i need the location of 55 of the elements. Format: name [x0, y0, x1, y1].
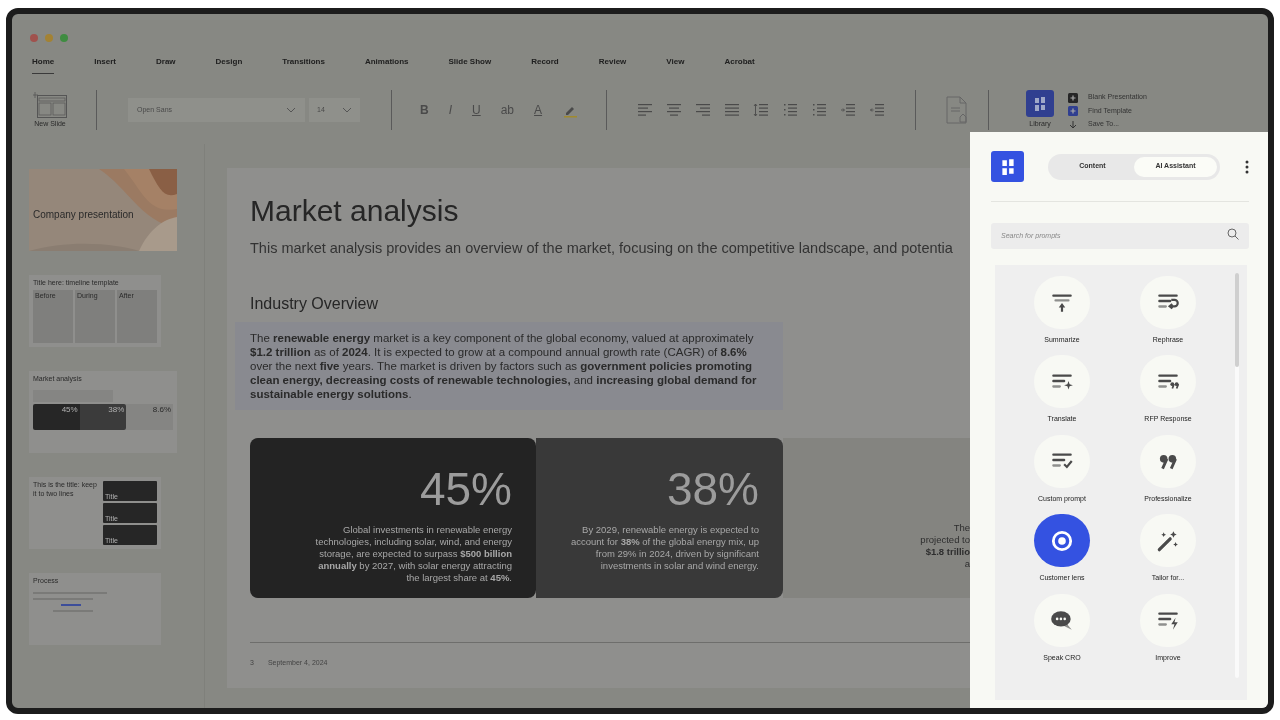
- ribbon-tab[interactable]: Slide Show: [448, 56, 492, 74]
- stat-description: By 2029, renewable energy is expected to account for 38% of the global energy mix, up from 29% in 2024, driven by significant investments in solar and wind energy.: [570, 523, 759, 572]
- line-spacing-icon[interactable]: [753, 102, 770, 118]
- stat-description-line: $1.8 trillio: [925, 545, 970, 558]
- stat-value: 8.6%: [152, 406, 171, 416]
- chevron-down-icon: [342, 107, 352, 113]
- stat-value: 38%: [666, 465, 759, 512]
- ribbon-tab[interactable]: Draw: [156, 56, 176, 74]
- indent-icon[interactable]: [840, 102, 857, 118]
- stat-value: 45%: [419, 465, 512, 512]
- format-button[interactable]: ab: [500, 101, 515, 119]
- body-paragraph: The renewable energy market is a key component of the global economy, valued at approximately $1.2 trillion as of 2024. It is expected to grow at a compound annual growth rate (CAGR) of 8.6% over the next five years. The market is driven by factors such as government policies promoting clean energy, decreasing costs of renewable technologies, and increasing global demand for sustainable energy solutions.: [250, 330, 758, 401]
- slide-title: Market analysis: [250, 196, 459, 226]
- plus-icon[interactable]: [1068, 106, 1079, 116]
- section-heading: Industry Overview: [250, 293, 379, 314]
- stat-value: 45%: [61, 406, 78, 416]
- format-button[interactable]: B: [420, 101, 429, 119]
- ribbon-tab[interactable]: Design: [215, 56, 243, 74]
- format-button[interactable]: I: [448, 101, 452, 119]
- stat-description-line: projected to: [920, 533, 970, 546]
- ribbon-tab[interactable]: View: [666, 56, 685, 74]
- logo-icon: [999, 157, 1016, 176]
- justify-icon[interactable]: [724, 102, 741, 118]
- align-center-icon[interactable]: [666, 102, 683, 118]
- search-icon[interactable]: [1227, 228, 1239, 240]
- logo-icon: [1033, 95, 1048, 112]
- stat-value: 38%: [108, 406, 125, 416]
- document-icon[interactable]: [946, 96, 969, 124]
- align-left-icon[interactable]: [637, 102, 654, 118]
- ribbon-tab[interactable]: Insert: [94, 56, 117, 74]
- slide-subtitle: This market analysis provides an overview of the market, focusing on the competitive landscape, and potentia: [250, 239, 953, 258]
- plus-icon[interactable]: [1068, 92, 1079, 103]
- ribbon-tab[interactable]: Record: [531, 56, 559, 74]
- ribbon-tab[interactable]: Home: [32, 56, 55, 74]
- library-button[interactable]: [1026, 90, 1055, 118]
- ribbon-tab[interactable]: Review: [598, 56, 627, 74]
- stat-description-line: The: [953, 521, 970, 534]
- download-icon[interactable]: [1068, 119, 1079, 130]
- stat-description: Global investments in renewable energy technologies, including solar, wind, and energy storage, are expected to surpass $500 billion annually by 2027, with solar energy attracting the largest share at 45%.: [314, 523, 512, 584]
- numbered-list-icon[interactable]: [811, 102, 828, 118]
- more-icon[interactable]: [1245, 159, 1249, 174]
- ribbon-tab[interactable]: Animations: [364, 56, 409, 74]
- ribbon-tab[interactable]: Transitions: [282, 56, 325, 74]
- thumbnail-title: Company presentation: [33, 208, 134, 222]
- format-button[interactable]: U: [472, 101, 481, 119]
- window-control[interactable]: [30, 34, 38, 42]
- align-right-icon[interactable]: [695, 102, 712, 118]
- format-button[interactable]: A: [534, 101, 543, 119]
- bullet-list-icon[interactable]: [782, 102, 799, 118]
- stat-description-line: a: [964, 557, 970, 570]
- ribbon-tab[interactable]: Acrobat: [724, 56, 755, 74]
- slide-thumbnail[interactable]: Company presentation: [29, 169, 177, 251]
- outdent-icon[interactable]: [869, 102, 886, 118]
- chevron-down-icon: [286, 107, 296, 113]
- new-slide-icon[interactable]: [33, 90, 67, 119]
